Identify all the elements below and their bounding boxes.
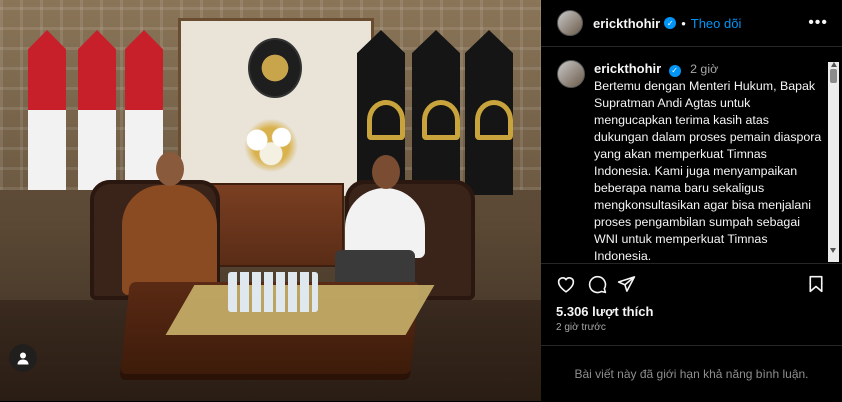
comments-limited-notice: Bài viết này đã giới hạn khả năng bình l… xyxy=(541,345,842,402)
garuda-emblem xyxy=(248,38,302,98)
like-count[interactable]: 5.306 lượt thích xyxy=(556,304,653,319)
person-left xyxy=(122,185,217,295)
post-photo[interactable] xyxy=(0,0,541,401)
action-bar xyxy=(541,263,842,302)
share-button[interactable] xyxy=(615,273,637,295)
post-modal: erickthohir ✓ • Theo dõi ••• erickthohir… xyxy=(0,0,842,401)
comment-icon xyxy=(588,275,606,293)
bookmark-icon xyxy=(809,275,823,293)
username-link[interactable]: erickthohir xyxy=(593,16,660,31)
scrollbar-thumb[interactable] xyxy=(830,69,837,83)
avatar[interactable] xyxy=(557,10,583,36)
wooden-cabinet xyxy=(205,183,344,267)
scroll-up-icon[interactable] xyxy=(831,62,837,67)
tagged-users-button[interactable] xyxy=(9,344,37,372)
separator-dot: • xyxy=(681,15,686,31)
comment-button[interactable] xyxy=(586,273,608,295)
indonesian-flag xyxy=(28,30,66,190)
caption-text: Bertemu dengan Menteri Hukum, Bapak Supr… xyxy=(594,79,822,263)
avatar[interactable] xyxy=(557,60,585,88)
post-caption: erickthohir ✓ 2 giờ Bertemu dengan Mente… xyxy=(557,60,823,263)
caption-username-link[interactable]: erickthohir xyxy=(594,61,661,76)
save-button[interactable] xyxy=(805,273,827,295)
user-tag-icon xyxy=(17,352,29,365)
person-left-head xyxy=(156,152,184,186)
verified-badge-icon: ✓ xyxy=(664,17,677,29)
person-right-head xyxy=(372,155,400,189)
flower-arrangement xyxy=(236,118,306,173)
indonesian-flag xyxy=(78,30,116,190)
water-bottles xyxy=(228,272,318,312)
post-header: erickthohir ✓ • Theo dõi ••• xyxy=(541,0,842,47)
follow-button[interactable]: Theo dõi xyxy=(691,16,742,31)
more-options-icon[interactable]: ••• xyxy=(808,14,828,32)
verified-badge-icon: ✓ xyxy=(668,64,681,77)
post-timestamp[interactable]: 2 giờ trước xyxy=(556,322,606,333)
scroll-down-icon[interactable] xyxy=(830,248,836,253)
caption-body: erickthohir ✓ 2 giờ Bertemu dengan Mente… xyxy=(594,60,823,263)
scrollbar-track[interactable] xyxy=(828,62,839,262)
ministry-flag xyxy=(412,30,460,195)
heart-icon xyxy=(557,277,575,293)
person-right xyxy=(345,188,425,258)
caption-time[interactable]: 2 giờ xyxy=(690,62,718,76)
ministry-flag xyxy=(465,30,513,195)
share-icon xyxy=(617,276,635,292)
like-button[interactable] xyxy=(555,273,577,295)
post-side-panel: erickthohir ✓ • Theo dõi ••• erickthohir… xyxy=(541,0,842,401)
